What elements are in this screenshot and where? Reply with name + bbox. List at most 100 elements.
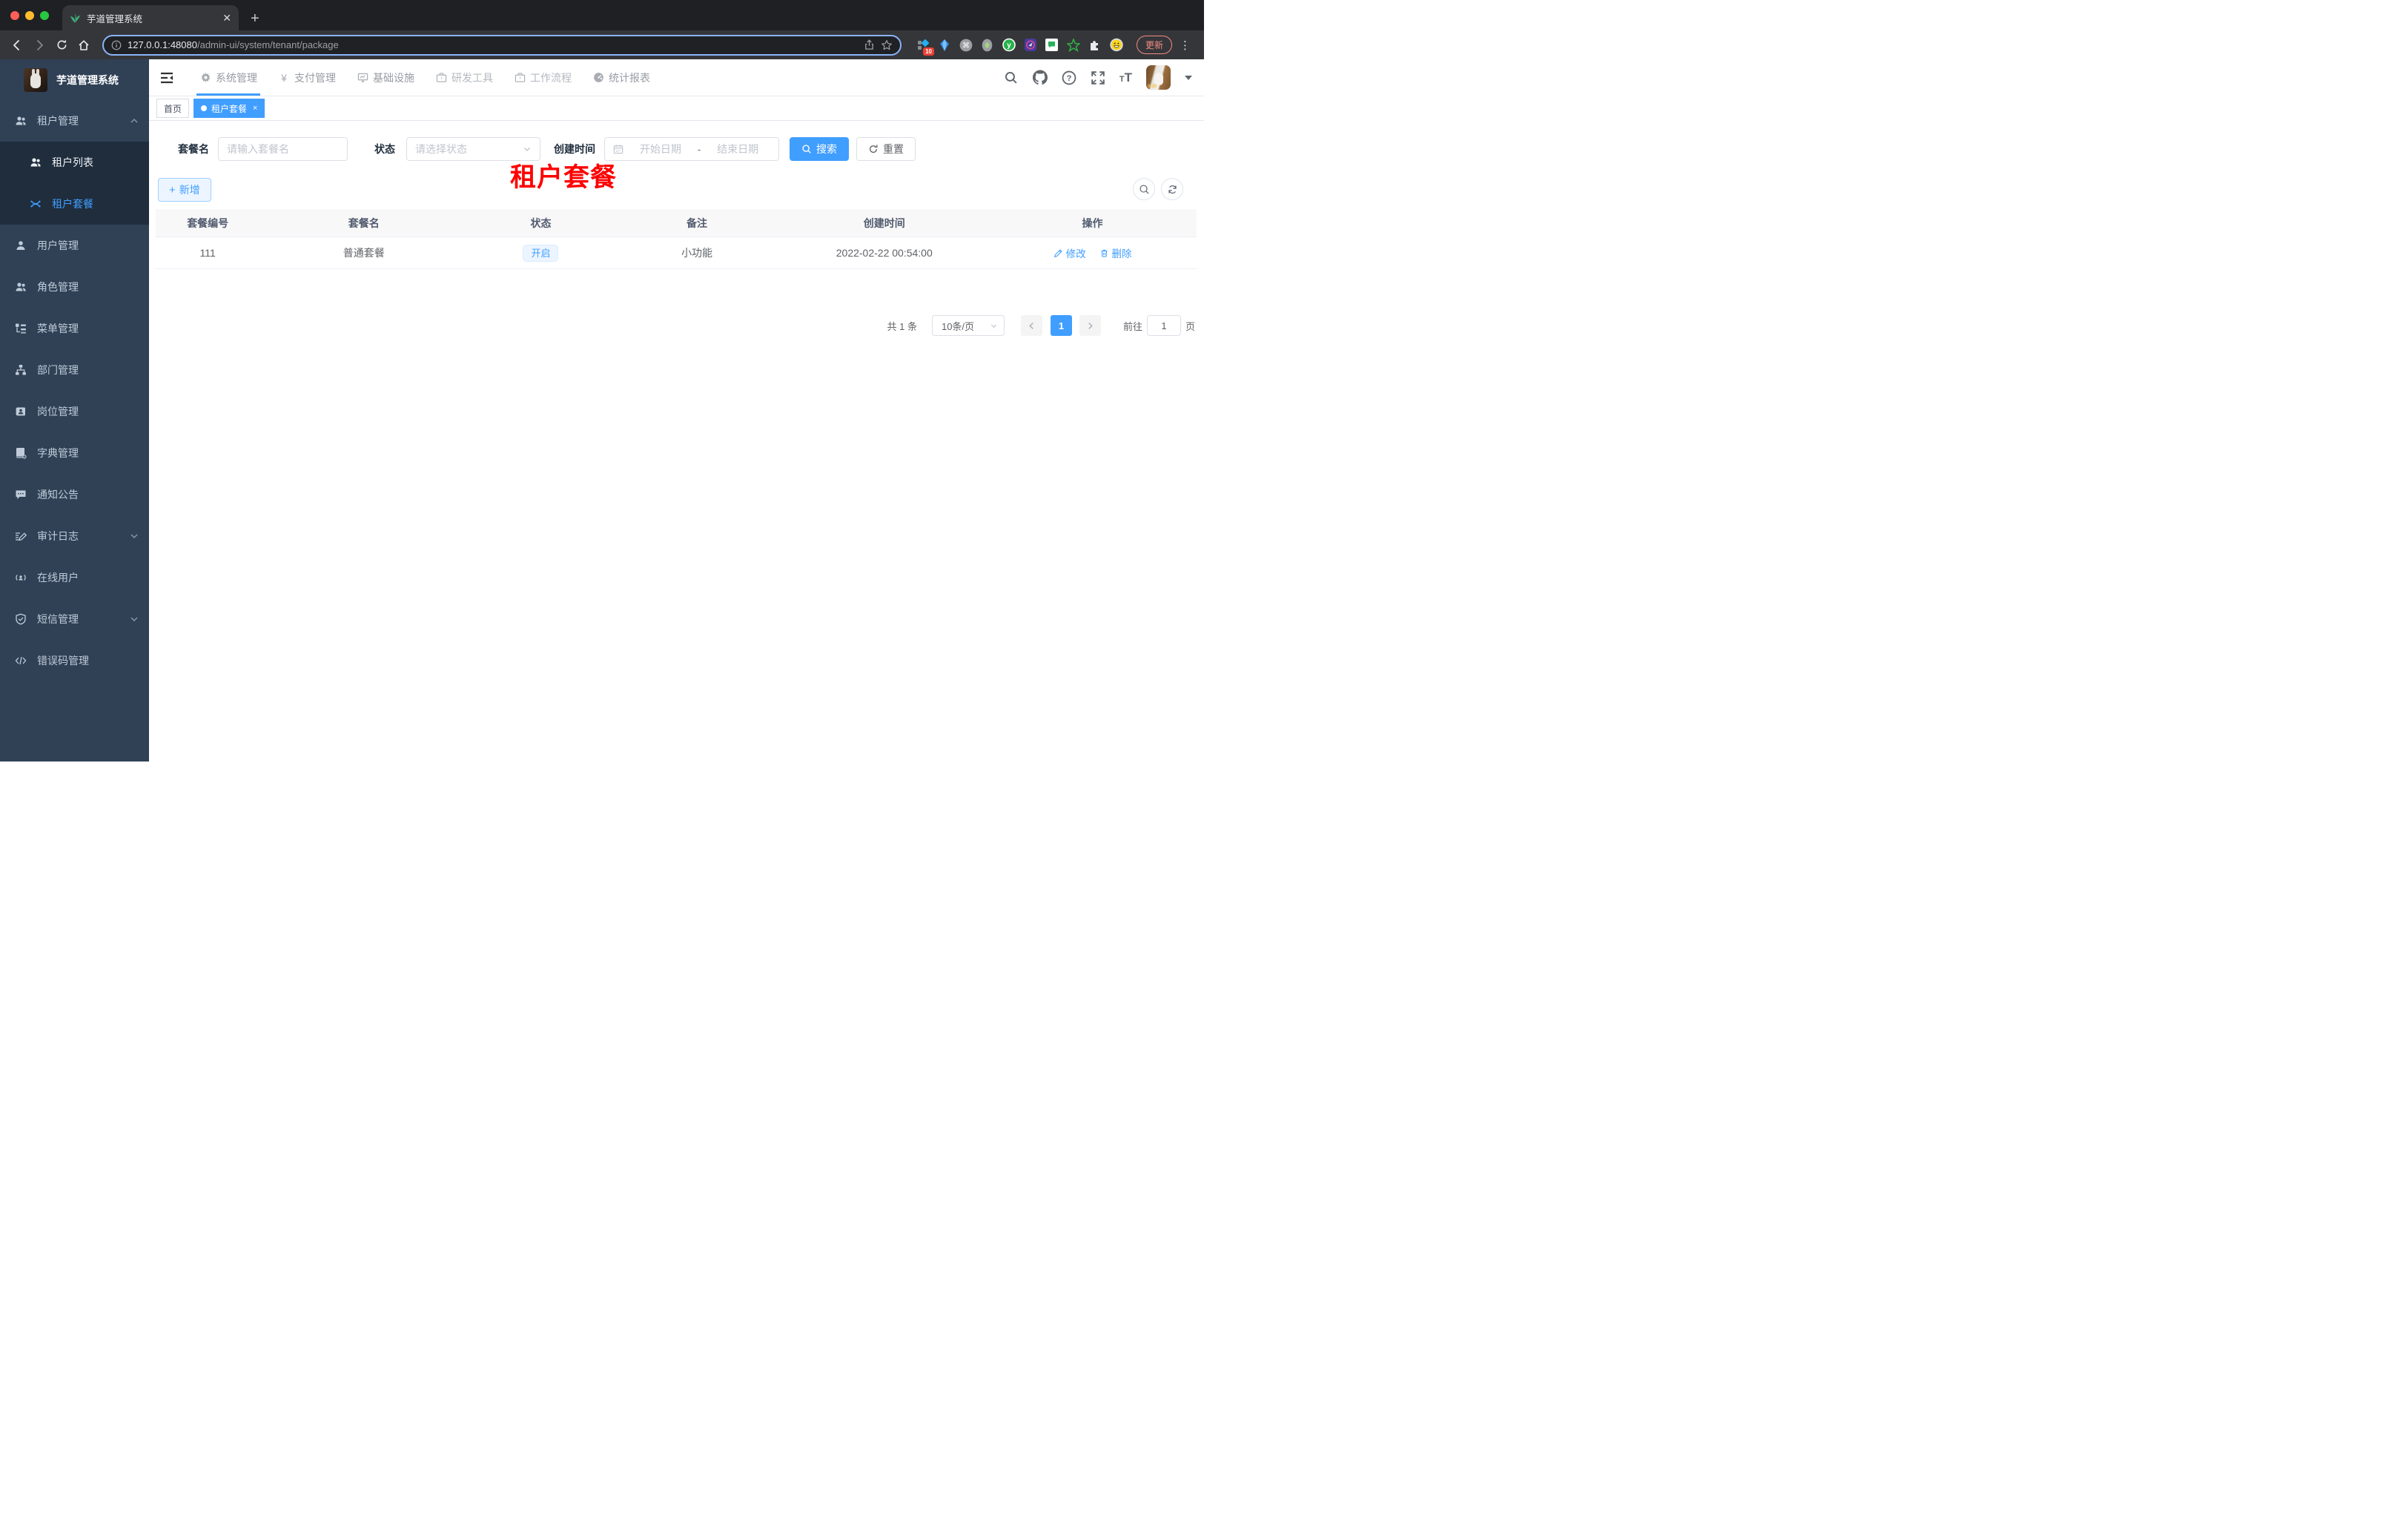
browser-menu-icon[interactable]: ⋮ xyxy=(1175,39,1197,52)
goto-unit: 页 xyxy=(1185,320,1195,332)
calendar-icon xyxy=(613,145,624,154)
sidebar-item-notice[interactable]: 通知公告 xyxy=(0,474,149,515)
prev-page-button[interactable] xyxy=(1020,315,1042,336)
help-icon[interactable]: ? xyxy=(1062,70,1076,85)
sidebar-collapse-icon[interactable] xyxy=(149,70,185,85)
chevron-up-icon xyxy=(130,119,138,123)
share-icon[interactable] xyxy=(864,39,875,50)
browser-tab[interactable]: 芋道管理系统 ✕ xyxy=(62,5,239,30)
packages-table: 套餐编号 套餐名 状态 备注 创建时间 操作 111 普通套餐 开启 小功能 2… xyxy=(156,209,1197,269)
nav-item-workflow[interactable]: 工作流程 xyxy=(503,59,582,96)
select-caret-icon xyxy=(524,148,530,151)
sidebar-item-dict-management[interactable]: 字典管理 xyxy=(0,432,149,474)
extension-gem-icon[interactable] xyxy=(938,39,951,52)
tree-list-icon xyxy=(16,323,26,334)
app-header: 系统管理 ¥ 支付管理 基础设施 研发工具 工作流程 统计报表 ? T T 0:… xyxy=(149,59,1204,96)
home-button[interactable] xyxy=(74,36,93,55)
nav-item-system[interactable]: 系统管理 xyxy=(189,59,268,96)
tags-view-bar: 首页 租户套餐 × xyxy=(149,96,1204,121)
dictionary-book-icon xyxy=(16,448,27,459)
sidebar-item-tenant-management[interactable]: 租户管理 xyxy=(0,100,149,142)
refresh-icon xyxy=(1168,185,1177,194)
sidebar-item-audit-log[interactable]: 审计日志 xyxy=(0,515,149,557)
reset-button[interactable]: 重置 xyxy=(856,137,916,161)
extension-star-icon[interactable] xyxy=(1066,38,1080,52)
tag-tenant-package[interactable]: 租户套餐 × xyxy=(194,99,265,118)
users-icon xyxy=(30,158,41,167)
nav-item-infra[interactable]: 基础设施 xyxy=(346,59,425,96)
browser-toolbar: 127.0.0.1:48080/admin-ui/system/tenant/p… xyxy=(0,30,1204,59)
sidebar-item-error-code[interactable]: 错误码管理 xyxy=(0,640,149,681)
start-date-placeholder[interactable]: 开始日期 xyxy=(628,142,693,156)
extension-command-icon[interactable]: ⌘ xyxy=(959,39,973,52)
gear-icon xyxy=(199,72,211,84)
site-info-icon[interactable] xyxy=(111,40,122,50)
edit-link[interactable]: 修改 xyxy=(1054,245,1086,260)
close-window-button[interactable] xyxy=(10,10,19,20)
page-title-overlay: 租户套餐 xyxy=(510,163,618,192)
extension-workflow-icon[interactable]: 10 xyxy=(916,39,934,56)
sidebar-item-online-users[interactable]: 在线用户 xyxy=(0,557,149,598)
header-actions: ? TT xyxy=(1004,65,1204,90)
table-refresh-button[interactable] xyxy=(1161,178,1183,200)
sidebar-item-user-management[interactable]: 用户管理 xyxy=(0,225,149,266)
chrome-update-button[interactable]: 更新 xyxy=(1136,36,1172,54)
sidebar-logo[interactable]: 芋道管理系统 xyxy=(0,59,149,100)
date-separator: - xyxy=(697,143,701,155)
extension-puzzle-icon[interactable] xyxy=(1088,39,1102,52)
code-icon xyxy=(15,656,27,665)
bookmark-star-icon[interactable] xyxy=(881,39,893,51)
fullscreen-icon[interactable] xyxy=(1091,70,1105,85)
avatar-caret-icon[interactable] xyxy=(1185,75,1192,80)
sidebar-item-tenant-list[interactable]: 租户列表 xyxy=(0,142,149,183)
page-size-select[interactable]: 10条/页 xyxy=(931,315,1005,336)
github-icon[interactable] xyxy=(1032,70,1048,85)
tag-home[interactable]: 首页 xyxy=(156,99,190,118)
minimize-window-button[interactable] xyxy=(25,10,34,20)
new-tab-button[interactable]: + xyxy=(251,10,259,30)
header-search-icon[interactable] xyxy=(1004,70,1019,85)
address-bar[interactable]: 127.0.0.1:48080/admin-ui/system/tenant/p… xyxy=(102,34,902,56)
add-button[interactable]: + 新增 xyxy=(158,178,211,202)
search-button[interactable]: 搜索 xyxy=(790,137,849,161)
back-button[interactable] xyxy=(7,36,27,55)
maximize-window-button[interactable] xyxy=(40,10,49,20)
sidebar-item-dept-management[interactable]: 部门管理 xyxy=(0,349,149,391)
sidebar-item-post-management[interactable]: 岗位管理 xyxy=(0,391,149,432)
package-name-label: 套餐名 xyxy=(178,143,209,155)
extension-shield-icon[interactable] xyxy=(1024,39,1037,52)
page-number-active[interactable]: 1 xyxy=(1050,315,1072,336)
extension-emoji-icon[interactable] xyxy=(1110,38,1123,52)
goto-page-input[interactable]: 1 xyxy=(1146,315,1181,336)
sidebar-item-menu-management[interactable]: 菜单管理 xyxy=(0,308,149,349)
nav-item-devtools[interactable]: 研发工具 xyxy=(425,59,503,96)
user-avatar[interactable] xyxy=(1146,65,1171,90)
forward-button[interactable] xyxy=(30,36,49,55)
extension-y-icon[interactable]: y xyxy=(1002,38,1016,52)
tag-close-icon[interactable]: × xyxy=(253,104,257,113)
extension-recorder-icon[interactable] xyxy=(981,39,994,52)
tab-close-icon[interactable]: ✕ xyxy=(222,12,231,24)
svg-text:?: ? xyxy=(1066,74,1071,83)
yen-icon: ¥ xyxy=(281,71,287,84)
font-size-icon[interactable]: TT xyxy=(1119,71,1132,84)
top-nav: 系统管理 ¥ 支付管理 基础设施 研发工具 工作流程 统计报表 xyxy=(189,59,661,96)
sidebar-item-sms-management[interactable]: 短信管理 xyxy=(0,598,149,640)
end-date-placeholder[interactable]: 结束日期 xyxy=(705,142,770,156)
svg-text:y: y xyxy=(1007,42,1011,50)
reload-button[interactable] xyxy=(52,36,71,55)
sidebar-item-tenant-package[interactable]: 租户套餐 xyxy=(0,183,149,225)
delete-link[interactable]: 删除 xyxy=(1099,245,1132,260)
package-name-input[interactable]: 请输入套餐名 xyxy=(218,137,348,161)
nav-item-report[interactable]: 统计报表 xyxy=(582,59,661,96)
next-page-button[interactable] xyxy=(1079,315,1101,336)
refresh-icon xyxy=(869,145,878,153)
nav-item-pay[interactable]: ¥ 支付管理 xyxy=(268,59,346,96)
message-icon xyxy=(16,490,26,499)
browser-tab-strip: 芋道管理系统 ✕ + xyxy=(0,0,1204,30)
table-search-toggle-button[interactable] xyxy=(1133,178,1155,200)
extension-chat-icon[interactable] xyxy=(1045,39,1059,52)
sidebar-item-role-management[interactable]: 角色管理 xyxy=(0,266,149,308)
cell-actions: 修改 删除 xyxy=(988,245,1197,260)
date-range-picker[interactable]: 开始日期 - 结束日期 xyxy=(604,137,779,161)
